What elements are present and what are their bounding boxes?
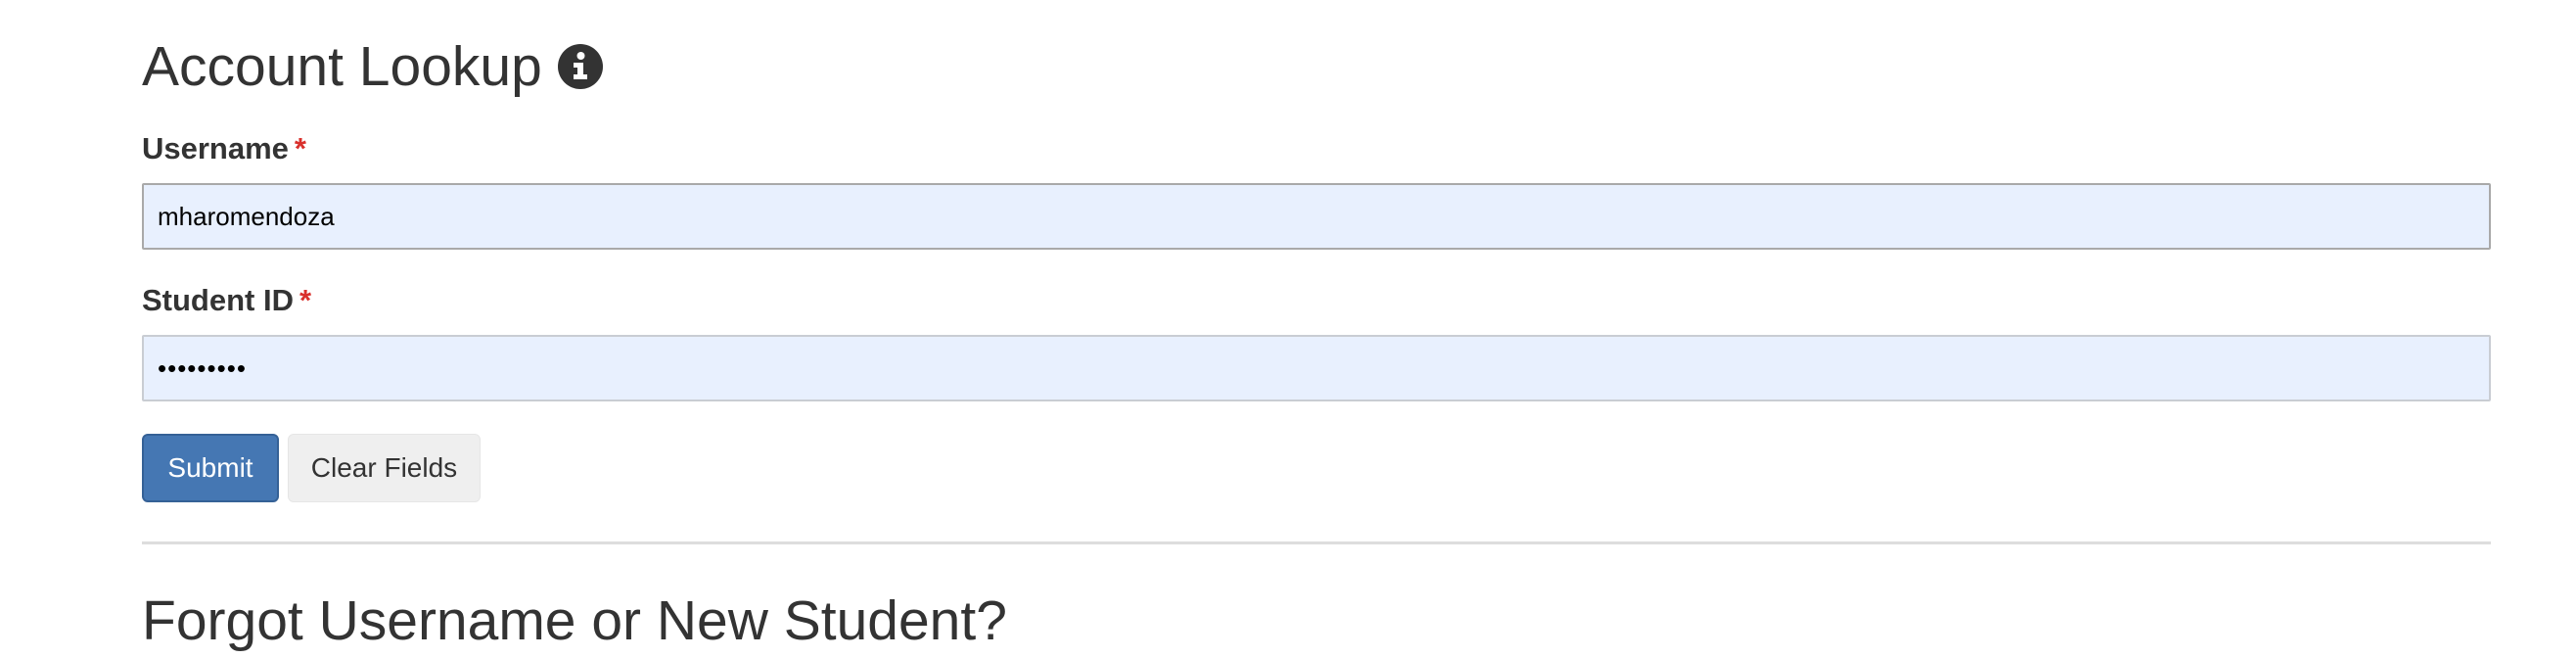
page-title-row: Account Lookup <box>142 29 603 104</box>
required-star: * <box>299 283 312 317</box>
username-label-text: Username <box>142 131 289 165</box>
student-id-label-text: Student ID <box>142 283 294 317</box>
username-input[interactable] <box>142 183 2491 250</box>
username-label: Username * <box>142 131 306 166</box>
section-divider <box>142 541 2491 544</box>
required-star: * <box>294 131 306 165</box>
submit-button[interactable]: Submit <box>142 434 279 502</box>
student-id-label: Student ID * <box>142 283 311 318</box>
student-id-input[interactable] <box>142 335 2491 401</box>
page-title: Account Lookup <box>142 35 542 98</box>
forgot-username-heading: Forgot Username or New Student? <box>142 589 1007 652</box>
info-circle-icon[interactable] <box>557 44 603 89</box>
clear-fields-button[interactable]: Clear Fields <box>288 434 481 502</box>
